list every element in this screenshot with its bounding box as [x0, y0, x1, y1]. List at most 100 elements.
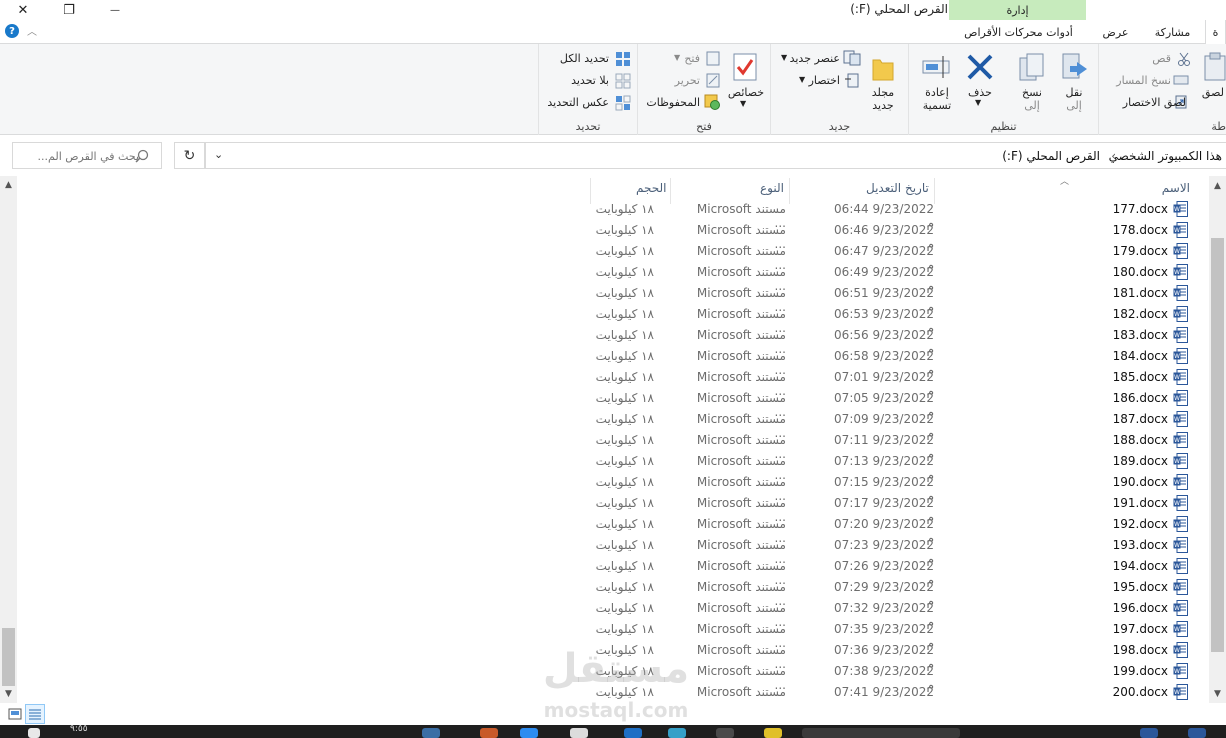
address-bar[interactable]: ⌄ القرص المحلي (F:) › هذا الكمبيوتر الشخ…: [205, 142, 1226, 169]
file-row[interactable]: W 197.docx 9/23/2022 07:35 م مستند Microsof…: [590, 618, 1190, 650]
taskbar-app-icon[interactable]: [764, 728, 782, 738]
search-input[interactable]: [35, 147, 139, 165]
file-name-cell[interactable]: W 196.docx: [1030, 600, 1190, 618]
file-name-cell[interactable]: W 195.docx: [1030, 579, 1190, 597]
file-row[interactable]: W 196.docx 9/23/2022 07:32 م مستند Microsof…: [590, 597, 1190, 629]
open-dropdown-icon[interactable]: ▼: [674, 53, 680, 62]
file-row[interactable]: W 188.docx 9/23/2022 07:11 م مستند Microsof…: [590, 429, 1190, 461]
file-row[interactable]: W 190.docx 9/23/2022 07:15 م مستند Microsof…: [590, 471, 1190, 503]
edit-button[interactable]: تحرير: [675, 74, 700, 87]
open-button[interactable]: فتح: [684, 52, 700, 65]
history-button[interactable]: المحفوظات: [646, 96, 700, 109]
manage-contextual-tab[interactable]: إدارة: [949, 0, 1086, 20]
file-row[interactable]: W 185.docx 9/23/2022 07:01 م مستند Microsof…: [590, 366, 1190, 398]
file-row[interactable]: W 199.docx 9/23/2022 07:38 م مستند Microsof…: [590, 660, 1190, 692]
left-scrollbar[interactable]: ▲ ▼: [0, 176, 17, 703]
help-icon[interactable]: ?: [5, 24, 19, 38]
file-name-cell[interactable]: W 192.docx: [1030, 516, 1190, 534]
new-folder-label[interactable]: مجلد: [869, 86, 897, 99]
file-row[interactable]: W 189.docx 9/23/2022 07:13 م مستند Microsof…: [590, 450, 1190, 482]
file-row[interactable]: W200.docx9/23/2022 07:41 ممستند Microsof…: [590, 681, 1190, 713]
file-row[interactable]: W 193.docx 9/23/2022 07:23 م مستند Microsof…: [590, 534, 1190, 566]
copy-to-label[interactable]: نسخ: [1017, 86, 1047, 99]
file-name-cell[interactable]: W 179.docx: [1030, 243, 1190, 261]
scroll-up-icon[interactable]: ▲: [1209, 179, 1226, 193]
properties-dropdown-icon[interactable]: ▼: [740, 99, 746, 108]
paste-button[interactable]: لصق: [1202, 86, 1224, 99]
file-row[interactable]: W 180.docx 9/23/2022 06:49 م مستند Microsof…: [590, 261, 1190, 293]
minimize-button[interactable]: —: [92, 0, 138, 20]
file-name-cell[interactable]: W 188.docx: [1030, 432, 1190, 450]
right-scrollbar[interactable]: ▲ ▼: [1209, 176, 1226, 703]
file-name-cell[interactable]: W 178.docx: [1030, 222, 1190, 240]
rename-label-2[interactable]: تسمية: [921, 99, 953, 112]
file-row[interactable]: W 178.docx 9/23/2022 06:46 م مستند Microsof…: [590, 219, 1190, 251]
taskbar-app-icon[interactable]: [422, 728, 440, 738]
taskbar-app-icon[interactable]: [570, 728, 588, 738]
taskbar-app-icon[interactable]: [716, 728, 734, 738]
new-item-dropdown-icon[interactable]: ▼: [781, 53, 787, 62]
copy-path-button[interactable]: نسخ المسار: [1116, 74, 1171, 87]
left-scroll-thumb[interactable]: [2, 628, 15, 686]
taskbar-app-icon[interactable]: [624, 728, 642, 738]
select-none-button[interactable]: بلا تحديد: [571, 74, 609, 87]
new-folder-label-2[interactable]: جديد: [869, 99, 897, 112]
cut-button[interactable]: قص: [1152, 52, 1171, 65]
tab-view[interactable]: عرض: [1093, 20, 1138, 44]
select-all-button[interactable]: تحديد الكل: [560, 52, 609, 65]
file-row[interactable]: W 183.docx 9/23/2022 06:56 م مستند Microsof…: [590, 324, 1190, 356]
notification-icon[interactable]: [28, 728, 40, 738]
details-view-button[interactable]: [25, 704, 45, 724]
file-row[interactable]: W 184.docx 9/23/2022 06:58 م مستند Microsof…: [590, 345, 1190, 377]
paste-shortcut-button[interactable]: لصق الاختصار: [1123, 96, 1186, 109]
taskbar-app-icon[interactable]: [480, 728, 498, 738]
file-name-cell[interactable]: W 193.docx: [1030, 537, 1190, 555]
refresh-button[interactable]: ↻: [174, 142, 205, 169]
file-name-cell[interactable]: W 200.docx: [1030, 684, 1190, 702]
breadcrumb-drive[interactable]: القرص المحلي (F:): [1002, 149, 1100, 163]
file-name-cell[interactable]: W 190.docx: [1030, 474, 1190, 492]
tab-drive-tools[interactable]: أدوات محركات الأقراص: [951, 20, 1086, 44]
properties-button[interactable]: خصائص: [726, 86, 766, 99]
right-scroll-thumb[interactable]: [1211, 238, 1224, 652]
easy-access-button[interactable]: اختصار: [809, 74, 840, 87]
taskbar-app-icon[interactable]: [520, 728, 538, 738]
file-row[interactable]: W 179.docx 9/23/2022 06:47 م مستند Microsof…: [590, 240, 1190, 272]
file-row[interactable]: W 182.docx 9/23/2022 06:53 م مستند Microsof…: [590, 303, 1190, 335]
restore-button[interactable]: ❐: [46, 0, 92, 20]
file-row[interactable]: W 195.docx 9/23/2022 07:29 م مستند Microsof…: [590, 576, 1190, 608]
file-row[interactable]: W 177.docx 9/23/2022 06:44 م مستند Microsof…: [590, 198, 1190, 230]
scroll-down-icon[interactable]: ▼: [0, 687, 17, 701]
file-name-cell[interactable]: W 191.docx: [1030, 495, 1190, 513]
file-name-cell[interactable]: W 194.docx: [1030, 558, 1190, 576]
copy-to-label-2[interactable]: إلى: [1017, 99, 1047, 112]
chevron-down-icon[interactable]: ⌄: [214, 148, 223, 161]
file-name-cell[interactable]: W 185.docx: [1030, 369, 1190, 387]
file-name-cell[interactable]: W 198.docx: [1030, 642, 1190, 660]
tab-home[interactable]: ة: [1205, 20, 1226, 45]
file-name-cell[interactable]: W 183.docx: [1030, 327, 1190, 345]
file-row[interactable]: W 198.docx 9/23/2022 07:36 م مستند Microsof…: [590, 639, 1190, 671]
file-name-cell[interactable]: W 177.docx: [1030, 201, 1190, 219]
taskbar-active-window[interactable]: [802, 728, 960, 738]
move-to-label[interactable]: نقل: [1059, 86, 1089, 99]
file-row[interactable]: W 191.docx 9/23/2022 07:17 م مستند Microsof…: [590, 492, 1190, 524]
close-button[interactable]: ✕: [0, 0, 46, 20]
file-row[interactable]: W 186.docx 9/23/2022 07:05 م مستند Microsof…: [590, 387, 1190, 419]
file-row[interactable]: W 187.docx 9/23/2022 07:09 م مستند Microsof…: [590, 408, 1190, 440]
file-name-cell[interactable]: W 186.docx: [1030, 390, 1190, 408]
file-row[interactable]: W 181.docx 9/23/2022 06:51 م مستند Microsof…: [590, 282, 1190, 314]
file-name-cell[interactable]: W 181.docx: [1030, 285, 1190, 303]
scroll-down-icon[interactable]: ▼: [1209, 687, 1226, 701]
file-name-cell[interactable]: W 189.docx: [1030, 453, 1190, 471]
file-row[interactable]: W 192.docx 9/23/2022 07:20 م مستند Microsof…: [590, 513, 1190, 545]
file-name-cell[interactable]: W 197.docx: [1030, 621, 1190, 639]
file-name-cell[interactable]: W 199.docx: [1030, 663, 1190, 681]
large-icons-view-button[interactable]: [5, 704, 25, 724]
file-name-cell[interactable]: W 180.docx: [1030, 264, 1190, 282]
delete-dropdown-icon[interactable]: ▼: [975, 98, 981, 107]
move-to-label-2[interactable]: إلى: [1059, 99, 1089, 112]
scroll-up-icon[interactable]: ▲: [0, 178, 17, 192]
file-row[interactable]: W 194.docx 9/23/2022 07:26 م مستند Microsof…: [590, 555, 1190, 587]
rename-label[interactable]: إعادة: [921, 86, 953, 99]
